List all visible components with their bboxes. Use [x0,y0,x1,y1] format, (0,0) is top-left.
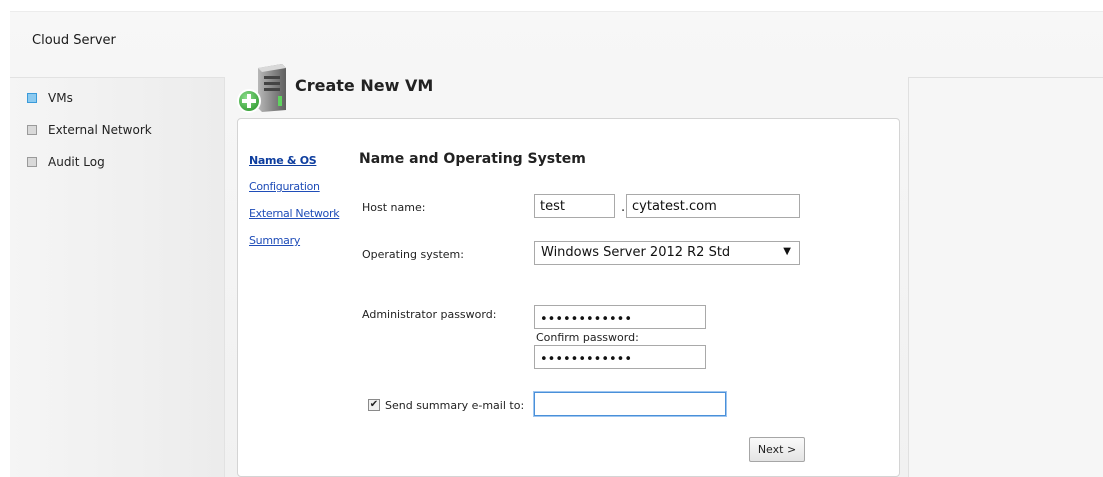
external-network-nav-icon [27,125,37,135]
right-panel [908,77,1103,477]
dropdown-arrow-icon: ▼ [783,246,791,257]
administrator-password-label: Administrator password: [362,308,497,321]
confirm-password-input[interactable] [534,345,706,369]
send-summary-label: Send summary e-mail to: [385,399,525,412]
wizard-panel [237,118,900,477]
sidebar-item-external-network[interactable]: External Network [27,121,152,139]
sidebar-item-audit-log[interactable]: Audit Log [27,153,105,171]
domain-input[interactable] [626,194,800,218]
step-external-network-link[interactable]: External Network [249,207,340,220]
step-name-os-link[interactable]: Name & OS [249,154,317,167]
summary-email-input[interactable] [534,392,726,416]
step-summary-link[interactable]: Summary [249,234,300,247]
operating-system-label: Operating system: [362,248,464,261]
operating-system-select[interactable]: Windows Server 2012 R2 Std ▼ [534,241,800,265]
administrator-password-input[interactable] [534,305,706,329]
sidebar-item-label: Audit Log [48,155,105,169]
sidebar-item-label: External Network [48,123,152,137]
send-summary-checkbox[interactable]: ✔ [368,399,380,411]
audit-log-nav-icon [27,157,37,167]
host-name-input[interactable] [534,194,615,218]
page-header: Create New VM [236,64,900,119]
domain-separator: . [621,200,626,215]
page-title: Create New VM [295,76,434,95]
confirm-password-label: Confirm password: [536,331,639,344]
vms-nav-icon [27,93,37,103]
server-add-icon [237,64,286,113]
operating-system-value: Windows Server 2012 R2 Std [541,245,731,260]
next-button[interactable]: Next > [749,437,805,462]
app-title: Cloud Server [32,33,116,48]
host-name-label: Host name: [362,201,426,214]
sidebar-item-vms[interactable]: VMs [27,89,73,107]
sidebar-item-label: VMs [48,91,73,105]
step-configuration-link[interactable]: Configuration [249,180,320,193]
section-title: Name and Operating System [359,151,586,167]
